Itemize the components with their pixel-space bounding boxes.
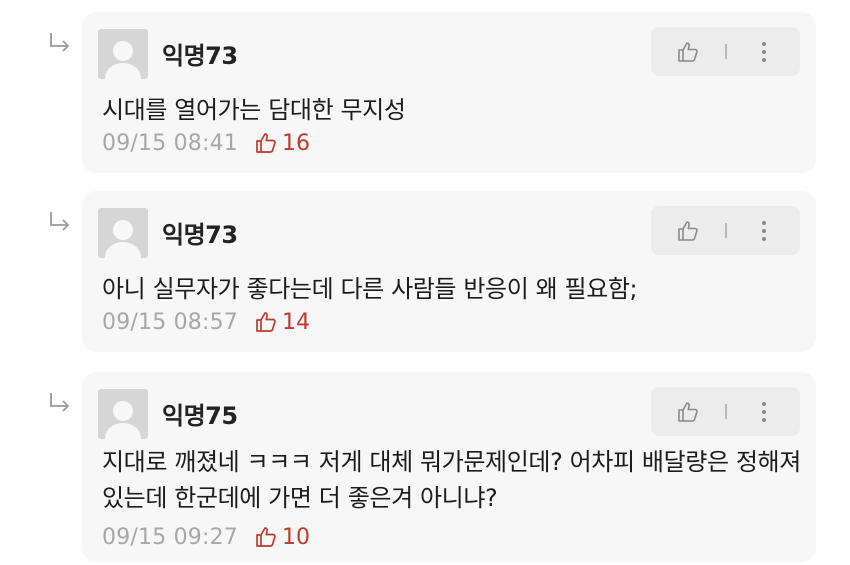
thumbs-up-icon (256, 312, 276, 332)
more-vertical-icon (761, 41, 766, 62)
thumbs-up-icon (256, 527, 276, 547)
thumbs-up-icon (678, 220, 698, 241)
comment-card: 익명73 시대를 열어가는 담대한 무지성 09/15 08:41 16 (82, 12, 816, 173)
thumbs-up-icon (256, 133, 276, 153)
more-vertical-icon (761, 220, 766, 241)
comment-nickname: 익명75 (162, 402, 238, 430)
like-count: 10 (282, 524, 310, 550)
comment-time: 09/15 09:27 (102, 524, 238, 550)
reply-arrow-icon (50, 393, 70, 412)
avatar (98, 29, 148, 79)
comment-text: 아니 실무자가 좋다는데 다른 사람들 반응이 왜 필요함; (102, 275, 638, 303)
comment-text: 지대로 깨졌네 ㅋㅋㅋ 저게 대체 뭐가문제인데? 어차피 배달량은 정해져있는… (102, 448, 801, 512)
comment-card: 익명73 아니 실무자가 좋다는데 다른 사람들 반응이 왜 필요함; 09/1… (82, 191, 816, 352)
comment-meta: 09/15 08:41 16 (102, 128, 310, 158)
reply-arrow-icon (50, 33, 70, 52)
like-button[interactable] (651, 387, 725, 436)
more-vertical-icon (761, 401, 766, 422)
like-button[interactable] (651, 206, 725, 255)
comment-meta: 09/15 08:57 14 (102, 307, 310, 337)
like-count: 16 (282, 130, 310, 156)
comment-actions (651, 27, 800, 76)
comment-nickname: 익명73 (162, 221, 238, 249)
comment-text: 시대를 열어가는 담대한 무지성 (102, 96, 406, 124)
comment-actions (651, 387, 800, 436)
comment-card: 익명75 지대로 깨졌네 ㅋㅋㅋ 저게 대체 뭐가문제인데? 어차피 배달량은 … (82, 372, 816, 562)
thumbs-up-icon (678, 401, 698, 422)
more-button[interactable] (727, 387, 800, 436)
more-button[interactable] (727, 206, 800, 255)
comment-meta: 09/15 09:27 10 (102, 522, 310, 552)
more-button[interactable] (727, 27, 800, 76)
like-button[interactable] (651, 27, 725, 76)
comment-nickname: 익명73 (162, 42, 238, 70)
like-count-badge: 14 (254, 310, 310, 335)
comment-actions (651, 206, 800, 255)
comment-time: 09/15 08:57 (102, 309, 238, 335)
comment-time: 09/15 08:41 (102, 130, 238, 156)
like-count: 14 (282, 309, 310, 335)
avatar (98, 389, 148, 439)
like-count-badge: 10 (254, 525, 310, 550)
thumbs-up-icon (678, 41, 698, 62)
avatar (98, 208, 148, 258)
reply-arrow-icon (50, 212, 70, 231)
like-count-badge: 16 (254, 131, 310, 156)
